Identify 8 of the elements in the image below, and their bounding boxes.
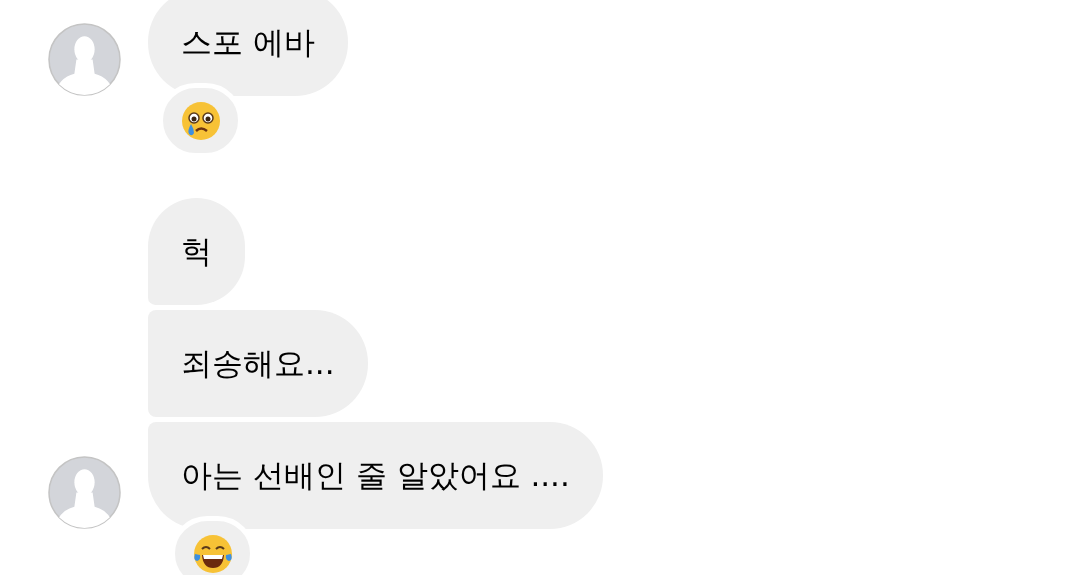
message-bubble: 아는 선배인 줄 알았어요 .... [148,422,603,529]
message-bubble: 헉 [148,198,245,305]
message-bubble: 죄송해요... [148,310,368,417]
crying-face-icon [180,100,221,141]
laughing-face-icon [192,533,233,574]
message-bubble: 스포 에바 [148,0,348,96]
avatar-icon [48,456,121,529]
avatar-icon [48,23,121,96]
